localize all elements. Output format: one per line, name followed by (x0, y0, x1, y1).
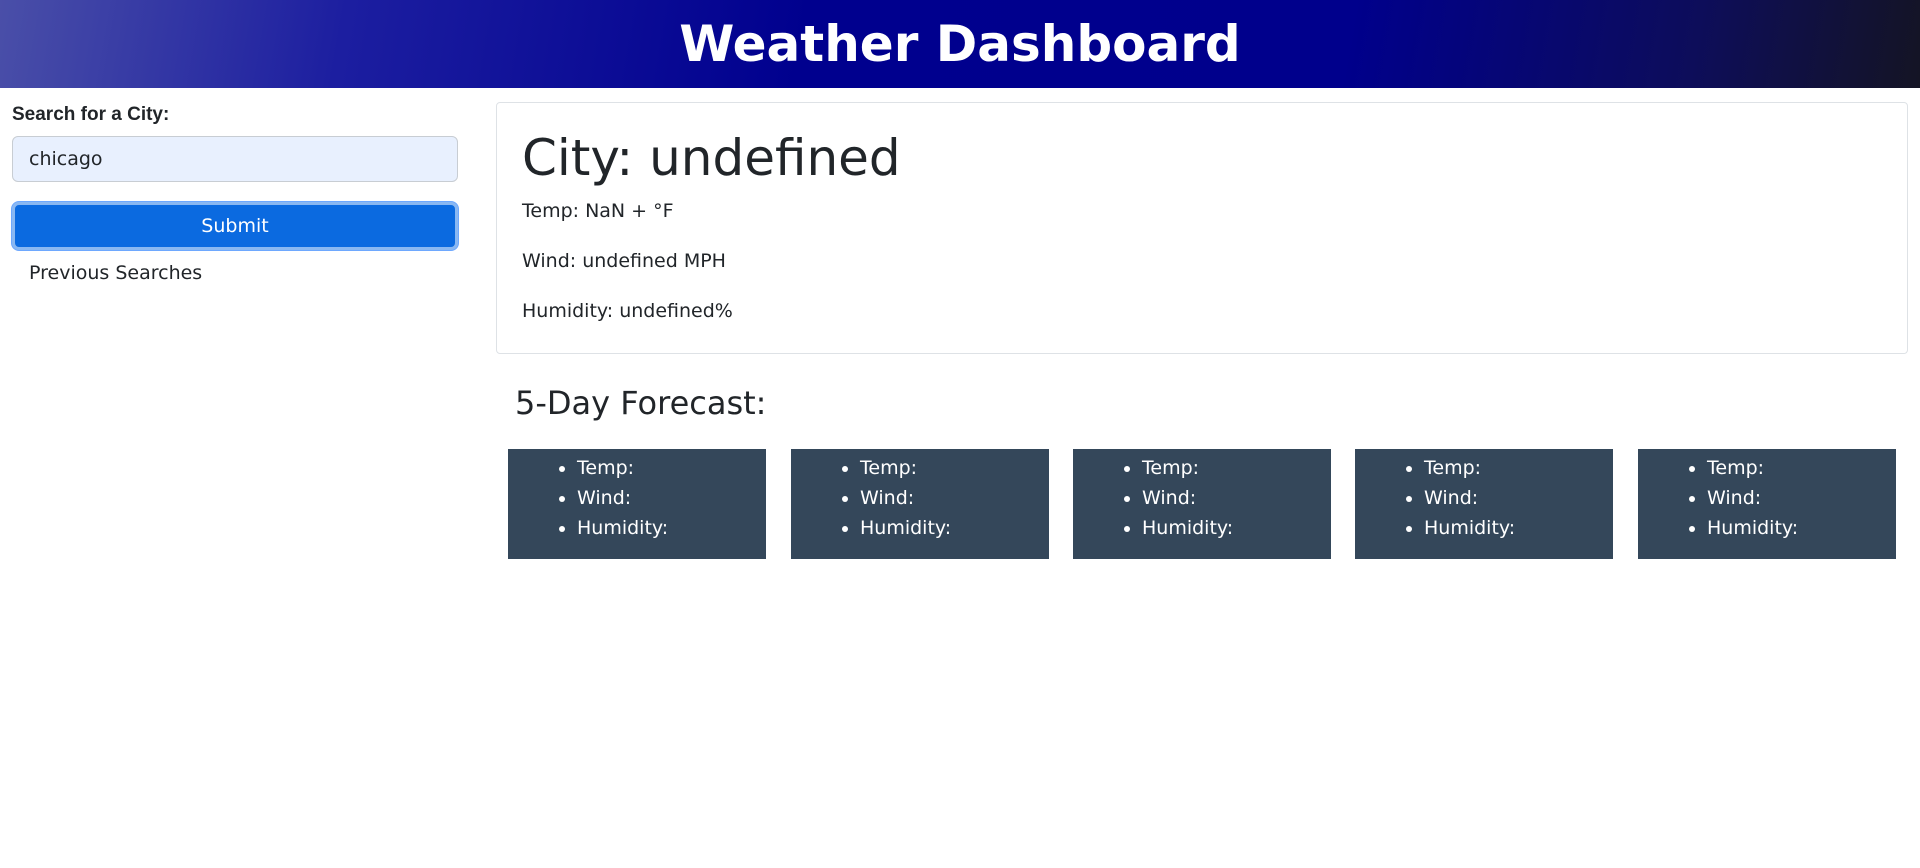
forecast-card-1: Temp: Wind: Humidity: (508, 449, 766, 559)
forecast-wind: Wind: (1707, 483, 1896, 513)
forecast-humidity: Humidity: (577, 513, 766, 543)
previous-searches-label: Previous Searches (29, 262, 203, 284)
current-humidity: Humidity: undefined% (522, 300, 733, 322)
search-sidebar: Search for a City: Submit Previous Searc… (12, 104, 459, 284)
forecast-list: Temp: Wind: Humidity: (1638, 449, 1896, 543)
forecast-list: Temp: Wind: Humidity: (1073, 449, 1331, 543)
forecast-card-3: Temp: Wind: Humidity: (1073, 449, 1331, 559)
forecast-humidity: Humidity: (1142, 513, 1331, 543)
forecast-list: Temp: Wind: Humidity: (791, 449, 1049, 543)
forecast-humidity: Humidity: (1707, 513, 1896, 543)
forecast-wind: Wind: (860, 483, 1049, 513)
forecast-card-4: Temp: Wind: Humidity: (1355, 449, 1613, 559)
forecast-temp: Temp: (860, 453, 1049, 483)
forecast-wind: Wind: (577, 483, 766, 513)
forecast-wind: Wind: (1424, 483, 1613, 513)
forecast-temp: Temp: (1424, 453, 1613, 483)
search-label: Search for a City: (12, 104, 170, 125)
forecast-wind: Wind: (1142, 483, 1331, 513)
forecast-temp: Temp: (1142, 453, 1331, 483)
forecast-card-2: Temp: Wind: Humidity: (791, 449, 1049, 559)
current-weather-card: City: undefined Temp: NaN + °F Wind: und… (496, 102, 1908, 354)
city-search-input[interactable] (12, 136, 458, 182)
city-title: City: undefined (522, 129, 901, 187)
page-header: Weather Dashboard (0, 0, 1920, 88)
current-wind: Wind: undefined MPH (522, 250, 726, 272)
submit-button[interactable]: Submit (12, 202, 458, 250)
page-title: Weather Dashboard (679, 15, 1241, 73)
forecast-row: Temp: Wind: Humidity: Temp: Wind: Humidi… (508, 449, 1896, 559)
forecast-card-5: Temp: Wind: Humidity: (1638, 449, 1896, 559)
forecast-temp: Temp: (577, 453, 766, 483)
forecast-humidity: Humidity: (860, 513, 1049, 543)
forecast-list: Temp: Wind: Humidity: (508, 449, 766, 543)
forecast-temp: Temp: (1707, 453, 1896, 483)
forecast-list: Temp: Wind: Humidity: (1355, 449, 1613, 543)
current-temp: Temp: NaN + °F (522, 200, 674, 222)
forecast-humidity: Humidity: (1424, 513, 1613, 543)
forecast-title: 5-Day Forecast: (515, 384, 767, 422)
